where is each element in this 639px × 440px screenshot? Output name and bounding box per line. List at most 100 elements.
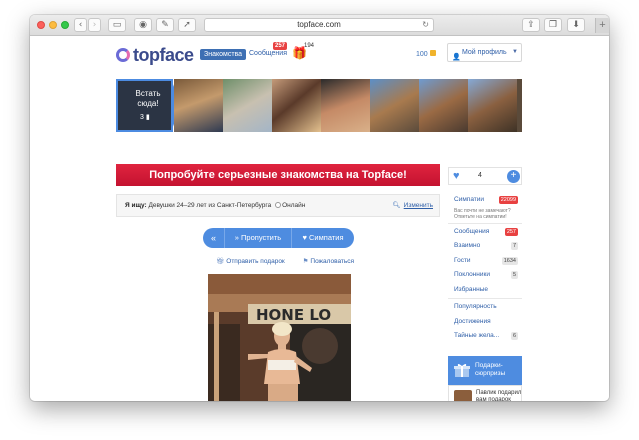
sidebar-item-likes[interactable]: Симпатии 22099 <box>448 193 522 208</box>
profile-photo-image: HONE LO <box>208 274 351 401</box>
browser-toolbar: ‹ › ▭ ◉ ✎ ➚ topface.com ↻ ⇪ ❐ ⬇ + <box>30 15 609 36</box>
change-search-link[interactable]: 🔍︎ Изменить <box>392 195 433 216</box>
messages-count-badge: 257 <box>504 227 518 236</box>
search-label: Я ищу: <box>125 202 147 209</box>
sidebar-item-fans[interactable]: Поклонники 5 <box>448 268 522 283</box>
likes-count: 4 <box>478 172 482 179</box>
share-icon: ⇪ <box>527 20 535 30</box>
heart-icon: ♥ <box>453 170 460 182</box>
photo-strip: Встать сюда! 3 ▮ <box>116 79 522 132</box>
like-button[interactable]: ♥ Симпатия <box>292 228 354 248</box>
downloads-button[interactable]: ⬇ <box>567 18 585 32</box>
previous-button[interactable]: « <box>203 228 225 248</box>
surprise-gifts-header[interactable]: Подарки-сюрпризы <box>448 356 522 385</box>
strip-photo[interactable] <box>370 79 419 132</box>
close-window-button[interactable] <box>37 21 45 29</box>
sidebar-menu: Симпатии 22099 Вас почти не замечают? От… <box>448 193 522 344</box>
topface-logo[interactable]: topface <box>116 44 194 65</box>
sidebar-item-messages[interactable]: Сообщения 257 <box>448 225 522 240</box>
sidebar-item-mutual[interactable]: Взаимно 7 <box>448 239 522 254</box>
address-bar[interactable]: topface.com ↻ <box>204 18 434 32</box>
url-text: topface.com <box>297 20 341 29</box>
chevron-down-icon: ▼ <box>512 49 518 55</box>
extension-button[interactable]: ✎ <box>156 18 174 32</box>
join-strip-text: Встать сюда! <box>135 89 161 108</box>
profile-photo[interactable]: HONE LO <box>208 274 351 401</box>
reload-icon[interactable]: ↻ <box>422 19 429 31</box>
strip-photo[interactable] <box>321 79 370 132</box>
zoom-window-button[interactable] <box>61 21 69 29</box>
plus-icon: + <box>599 19 606 31</box>
new-tab-button[interactable]: + <box>595 18 609 33</box>
forward-button[interactable]: › <box>88 18 101 32</box>
strip-photo[interactable] <box>223 79 272 132</box>
gifts-count: 194 <box>304 43 315 49</box>
search-criteria: Девушки 24–29 лет из Санкт-Петербурга <box>148 202 272 209</box>
strip-photo[interactable] <box>517 79 522 132</box>
join-strip-count: 3 ▮ <box>140 114 150 121</box>
surprise-gifts-label: Подарки-сюрпризы <box>475 362 506 377</box>
likes-note: Вас почти не замечают? Ответьте на симпа… <box>454 207 511 220</box>
tabs-icon: ❐ <box>548 20 558 30</box>
online-radio[interactable] <box>275 202 282 208</box>
profile-label: Мой профиль <box>462 49 507 56</box>
logo-mark-icon <box>116 48 130 62</box>
avatar <box>454 390 472 401</box>
divider <box>448 222 522 224</box>
flag-icon: ⚑ <box>302 258 309 265</box>
strip-photo[interactable] <box>272 79 321 132</box>
coins-balance[interactable]: 100 <box>416 50 436 58</box>
coins-value: 100 <box>416 51 428 58</box>
skip-button[interactable]: » Пропустить <box>225 228 292 248</box>
join-strip-tile[interactable]: Встать сюда! 3 ▮ <box>116 79 173 132</box>
strip-photo[interactable] <box>468 79 517 132</box>
page-content: topface Знакомства Сообщения 257 🎁 194 1… <box>30 36 609 401</box>
pinterest-button[interactable]: ◉ <box>134 18 152 32</box>
likes-count-badge: 22099 <box>498 196 518 204</box>
profile-menu[interactable]: 👤 Мой профиль ▼ <box>447 43 522 62</box>
strip-photo[interactable] <box>419 79 468 132</box>
send-gift-link[interactable]: 🎁︎ Отправить подарок <box>216 258 293 265</box>
svg-text:HONE LO: HONE LO <box>256 306 331 324</box>
tabs-button[interactable]: ❐ <box>544 18 562 32</box>
gift-feed-text: Павлик подарил вам подарок <box>476 390 522 401</box>
report-link[interactable]: ⚑ Пожаловаться <box>303 258 362 265</box>
add-likes-button[interactable]: + <box>507 170 520 183</box>
sidebar-item-achievements[interactable]: Достижения <box>448 315 522 330</box>
user-icon: 👤 <box>452 54 461 61</box>
nav-link-messages[interactable]: Сообщения <box>249 50 287 57</box>
sidebar-item-favorites[interactable]: Избранные <box>448 283 522 298</box>
download-icon: ⬇ <box>572 20 580 30</box>
puzzle-icon: ✎ <box>161 20 169 30</box>
logo-text: topface <box>133 44 194 65</box>
strip-photo[interactable] <box>174 79 223 132</box>
minimize-window-button[interactable] <box>49 21 57 29</box>
chevron-right-icon: › <box>92 20 97 30</box>
coin-icon <box>429 50 436 56</box>
browser-window: ‹ › ▭ ◉ ✎ ➚ topface.com ↻ ⇪ ❐ ⬇ + topfac… <box>30 15 609 401</box>
sidebar-item-popularity[interactable]: Популярность <box>448 300 522 315</box>
search-filter-bar: Я ищу: Девушки 24–29 лет из Санкт-Петерб… <box>116 194 440 217</box>
cursor-icon: ➚ <box>183 20 191 30</box>
likes-counter-box: ♥ 4 + <box>448 167 522 185</box>
guests-count-badge: 1634 <box>501 256 518 265</box>
gift-feed-item[interactable]: Павлик подарил вам подарок <box>448 385 522 401</box>
mutual-count-badge: 7 <box>510 242 518 250</box>
profile-sub-actions: 🎁︎ Отправить подарок ⚑ Пожаловаться <box>216 257 370 265</box>
reader-button[interactable]: ➚ <box>178 18 196 32</box>
gift-box-icon <box>454 364 470 377</box>
action-buttons: « » Пропустить ♥ Симпатия <box>203 228 354 248</box>
online-label: Онлайн <box>282 202 306 209</box>
share-button[interactable]: ⇪ <box>522 18 540 32</box>
promo-banner[interactable]: Попробуйте серьезные знакомства на Topfa… <box>116 164 440 186</box>
sidebar-button[interactable]: ▭ <box>108 18 126 32</box>
back-button[interactable]: ‹ <box>74 18 87 32</box>
search-icon: 🔍︎ <box>392 202 401 209</box>
screen: ‹ › ▭ ◉ ✎ ➚ topface.com ↻ ⇪ ❐ ⬇ + topfac… <box>0 0 639 440</box>
heart-icon: ♥ <box>302 233 307 242</box>
sidebar-item-guests[interactable]: Гости 1634 <box>448 254 522 269</box>
messages-badge: 257 <box>273 42 288 50</box>
chevron-left-icon: ‹ <box>78 20 83 30</box>
nav-tab-dating[interactable]: Знакомства <box>200 49 247 60</box>
sidebar-item-secret-wishes[interactable]: Тайные жела... 6 <box>448 329 522 344</box>
